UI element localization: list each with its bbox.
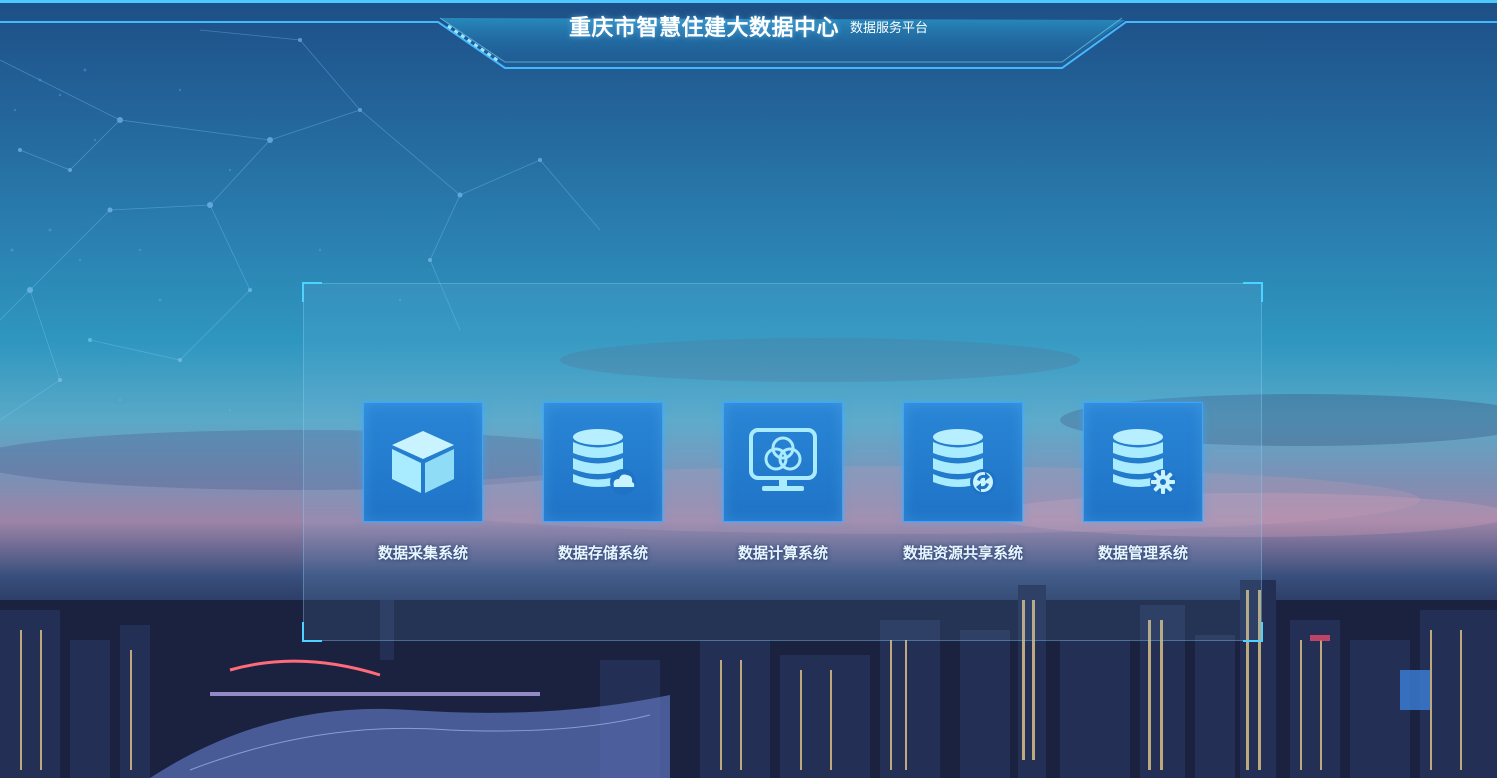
system-tile-label[interactable]: 数据管理系统 xyxy=(1053,542,1233,563)
system-tile-storage[interactable]: 数据存储系统 xyxy=(543,402,663,572)
system-tile-collection[interactable]: 数据采集系统 xyxy=(363,402,483,572)
database-gear-icon xyxy=(1113,429,1176,495)
system-tile-label[interactable]: 数据资源共享系统 xyxy=(873,542,1053,563)
cube-icon xyxy=(392,431,454,493)
panel-corner-bottom-left xyxy=(302,622,322,642)
panel-corner-top-right xyxy=(1243,282,1263,302)
system-tile-label[interactable]: 数据存储系统 xyxy=(513,542,693,563)
system-tile-computing[interactable]: 数据计算系统 xyxy=(723,402,843,572)
monitor-circles-icon xyxy=(749,428,817,491)
system-tile-management[interactable]: 数据管理系统 xyxy=(1083,402,1203,572)
system-tile-label[interactable]: 数据计算系统 xyxy=(693,542,873,563)
system-tile-collection-box[interactable] xyxy=(363,402,483,522)
system-panel: 数据采集系统 数据存储系统 数据计算系统 数据资源共享系统 数据管理系统 xyxy=(302,282,1263,642)
system-tile-label[interactable]: 数据采集系统 xyxy=(333,542,513,563)
system-tile-storage-box[interactable] xyxy=(543,402,663,522)
panel-corner-bottom-right xyxy=(1243,622,1263,642)
system-tile-computing-box[interactable] xyxy=(723,402,843,522)
platform-title: 重庆市智慧住建大数据中心 xyxy=(568,16,839,41)
panel-corner-top-left xyxy=(302,282,322,302)
header: 重庆市智慧住建大数据中心 数据服务平台 xyxy=(0,0,1497,72)
system-tile-sharing-box[interactable] xyxy=(903,402,1023,522)
database-sync-icon xyxy=(933,429,996,495)
river xyxy=(150,695,670,778)
page: 重庆市智慧住建大数据中心 数据服务平台 数据采集系统 数据存储系统 数据计算系统… xyxy=(0,0,1497,778)
database-cloud-icon xyxy=(573,429,636,495)
platform-subtitle: 数据服务平台 xyxy=(850,20,929,36)
system-tile-sharing[interactable]: 数据资源共享系统 xyxy=(903,402,1023,572)
header-title: 重庆市智慧住建大数据中心 数据服务平台 xyxy=(0,10,1497,42)
system-tile-management-box[interactable] xyxy=(1083,402,1203,522)
